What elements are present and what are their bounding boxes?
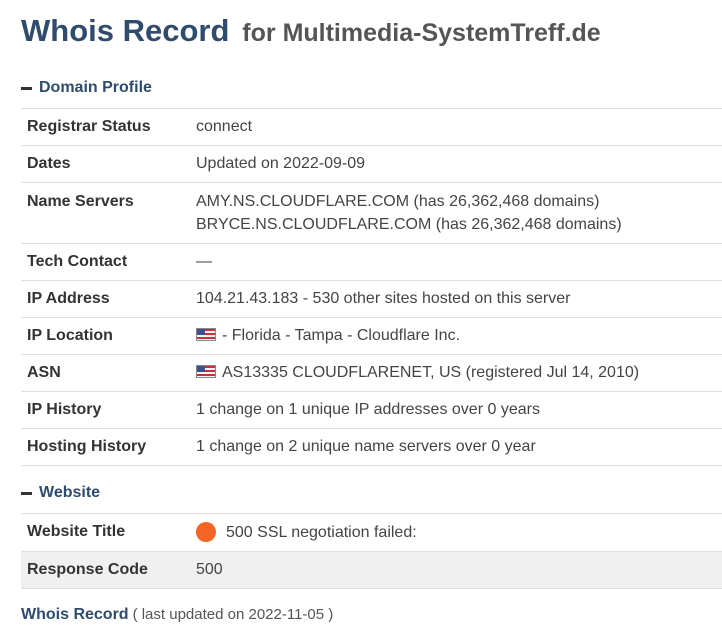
- page-title: Whois Record for Multimedia-SystemTreff.…: [21, 12, 601, 49]
- website-table: Website Title 500 SSL negotiation failed…: [21, 513, 722, 589]
- table-row-registrar-status: Registrar Status connect: [21, 108, 722, 146]
- table-row-hosting-history: Hosting History 1 change on 2 unique nam…: [21, 428, 722, 466]
- table-row-ip-history: IP History 1 change on 1 unique IP addre…: [21, 391, 722, 429]
- us-flag-icon: [196, 328, 216, 341]
- row-label: Website Title: [21, 513, 196, 552]
- row-label: IP Location: [21, 317, 196, 355]
- website-heading: Website: [39, 484, 101, 501]
- minus-icon[interactable]: [21, 491, 32, 495]
- table-row-response-code: Response Code 500: [21, 551, 722, 589]
- row-value: AS13335 CLOUDFLARENET, US (registered Ju…: [196, 354, 722, 392]
- page-title-domain: for Multimedia-SystemTreff.de: [242, 19, 601, 47]
- row-label: ASN: [21, 354, 196, 392]
- row-label: IP History: [21, 391, 196, 429]
- domain-profile-heading: Domain Profile: [39, 79, 152, 96]
- website-title-text: 500 SSL negotiation failed:: [226, 524, 417, 541]
- website-section-toggle[interactable]: Website: [21, 484, 100, 502]
- page-title-main: Whois Record: [21, 13, 230, 48]
- row-label: Hosting History: [21, 428, 196, 466]
- row-label: Name Servers: [21, 182, 196, 244]
- name-server-line: AMY.NS.CLOUDFLARE.COM (has 26,362,468 do…: [196, 193, 600, 210]
- row-label: Response Code: [21, 551, 196, 589]
- last-updated-note: ( last updated on 2022-11-05 ): [132, 606, 334, 623]
- table-row-dates: Dates Updated on 2022-09-09: [21, 145, 722, 183]
- table-row-website-title: Website Title 500 SSL negotiation failed…: [21, 513, 722, 552]
- row-label: Tech Contact: [21, 243, 196, 281]
- row-label: IP Address: [21, 280, 196, 318]
- domain-profile-table: Registrar Status connect Dates Updated o…: [21, 108, 722, 466]
- ip-location-text: - Florida - Tampa - Cloudflare Inc.: [222, 327, 461, 344]
- row-label: Registrar Status: [21, 108, 196, 146]
- row-value: 500 SSL negotiation failed:: [196, 513, 722, 552]
- table-row-tech-contact: Tech Contact —: [21, 243, 722, 281]
- whois-record-link[interactable]: Whois Record: [21, 606, 129, 623]
- asn-text: AS13335 CLOUDFLARENET, US (registered Ju…: [222, 364, 640, 381]
- row-value: Updated on 2022-09-09: [196, 145, 722, 183]
- footer: Whois Record( last updated on 2022-11-05…: [21, 606, 333, 624]
- row-value: 104.21.43.183 - 530 other sites hosted o…: [196, 280, 722, 318]
- table-row-asn: ASN AS13335 CLOUDFLARENET, US (registere…: [21, 354, 722, 392]
- table-row-name-servers: Name Servers AMY.NS.CLOUDFLARE.COM (has …: [21, 182, 722, 244]
- table-row-ip-location: IP Location - Florida - Tampa - Cloudfla…: [21, 317, 722, 355]
- status-dot-icon: [196, 522, 216, 542]
- row-value: 1 change on 1 unique IP addresses over 0…: [196, 391, 722, 429]
- table-row-ip-address: IP Address 104.21.43.183 - 530 other sit…: [21, 280, 722, 318]
- row-value: 500: [196, 551, 722, 589]
- minus-icon[interactable]: [21, 86, 32, 90]
- row-value: connect: [196, 108, 722, 146]
- name-server-line: BRYCE.NS.CLOUDFLARE.COM (has 26,362,468 …: [196, 216, 622, 233]
- domain-profile-section-toggle[interactable]: Domain Profile: [21, 79, 152, 97]
- row-value: - Florida - Tampa - Cloudflare Inc.: [196, 317, 722, 355]
- row-value: —: [196, 243, 722, 281]
- row-label: Dates: [21, 145, 196, 183]
- row-value: 1 change on 2 unique name servers over 0…: [196, 428, 722, 466]
- us-flag-icon: [196, 365, 216, 378]
- row-value: AMY.NS.CLOUDFLARE.COM (has 26,362,468 do…: [196, 182, 722, 244]
